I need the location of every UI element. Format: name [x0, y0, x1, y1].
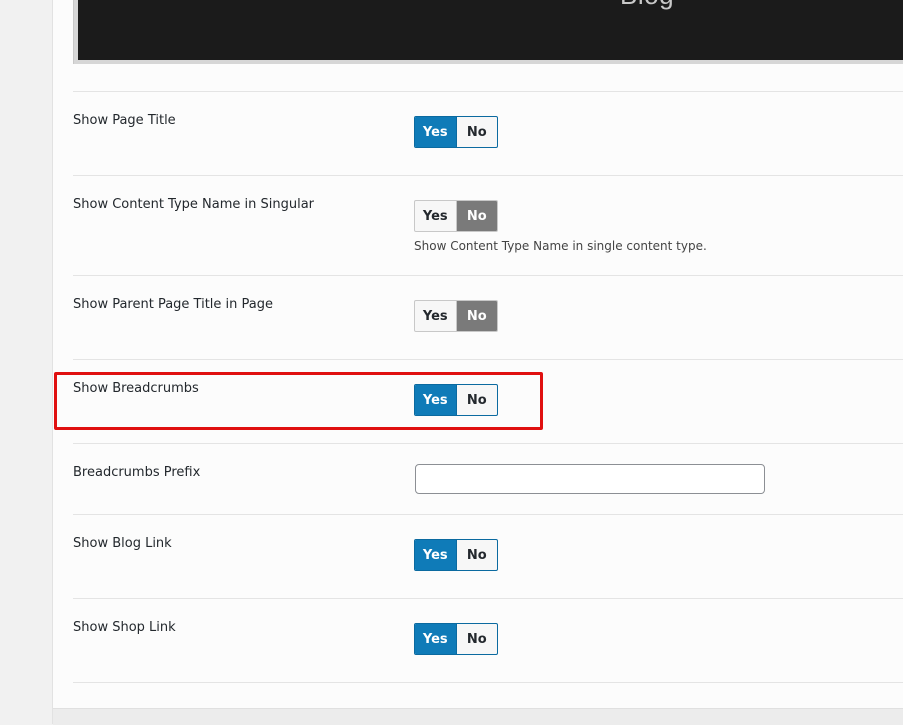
- show-content-type-name-label: Show Content Type Name in Singular: [73, 197, 315, 212]
- panel-footer: [53, 708, 903, 725]
- show-shop-link-no-button[interactable]: No: [457, 624, 498, 654]
- show-blog-link-label: Show Blog Link: [73, 536, 172, 551]
- row-divider: [73, 91, 903, 92]
- preview-image: Blog: [78, 0, 903, 60]
- left-gutter: [0, 0, 53, 724]
- row-divider: [73, 514, 903, 515]
- show-page-title-toggle[interactable]: Yes No: [414, 116, 498, 148]
- show-blog-link-yes-button[interactable]: Yes: [415, 540, 457, 570]
- row-divider: [73, 359, 903, 360]
- row-divider: [73, 443, 903, 444]
- breadcrumbs-prefix-label: Breadcrumbs Prefix: [73, 465, 201, 480]
- preview-title-text: Blog: [620, 0, 674, 11]
- show-parent-page-title-label: Show Parent Page Title in Page: [73, 297, 274, 312]
- show-breadcrumbs-no-button[interactable]: No: [457, 385, 498, 415]
- header-image-preview: Blog: [73, 0, 903, 64]
- show-page-title-label: Show Page Title: [73, 113, 176, 128]
- show-breadcrumbs-toggle[interactable]: Yes No: [414, 384, 498, 416]
- show-content-type-name-description: Show Content Type Name in single content…: [414, 239, 707, 253]
- show-breadcrumbs-label: Show Breadcrumbs: [73, 381, 199, 396]
- show-content-type-name-no-button[interactable]: No: [456, 201, 497, 231]
- show-shop-link-yes-button[interactable]: Yes: [415, 624, 457, 654]
- show-content-type-name-toggle[interactable]: Yes No: [414, 200, 498, 232]
- show-shop-link-label: Show Shop Link: [73, 620, 176, 635]
- show-page-title-no-button[interactable]: No: [457, 117, 498, 147]
- show-shop-link-toggle[interactable]: Yes No: [414, 623, 498, 655]
- show-parent-page-title-toggle[interactable]: Yes No: [414, 300, 498, 332]
- show-parent-page-title-no-button[interactable]: No: [456, 301, 497, 331]
- settings-panel: [53, 0, 903, 708]
- row-divider: [73, 175, 903, 176]
- row-divider: [73, 598, 903, 599]
- show-blog-link-no-button[interactable]: No: [457, 540, 498, 570]
- show-parent-page-title-yes-button[interactable]: Yes: [415, 301, 457, 331]
- show-page-title-yes-button[interactable]: Yes: [415, 117, 457, 147]
- row-divider: [73, 682, 903, 683]
- show-content-type-name-yes-button[interactable]: Yes: [415, 201, 457, 231]
- show-blog-link-toggle[interactable]: Yes No: [414, 539, 498, 571]
- breadcrumbs-prefix-input[interactable]: [415, 464, 765, 494]
- row-divider: [73, 275, 903, 276]
- show-breadcrumbs-yes-button[interactable]: Yes: [415, 385, 457, 415]
